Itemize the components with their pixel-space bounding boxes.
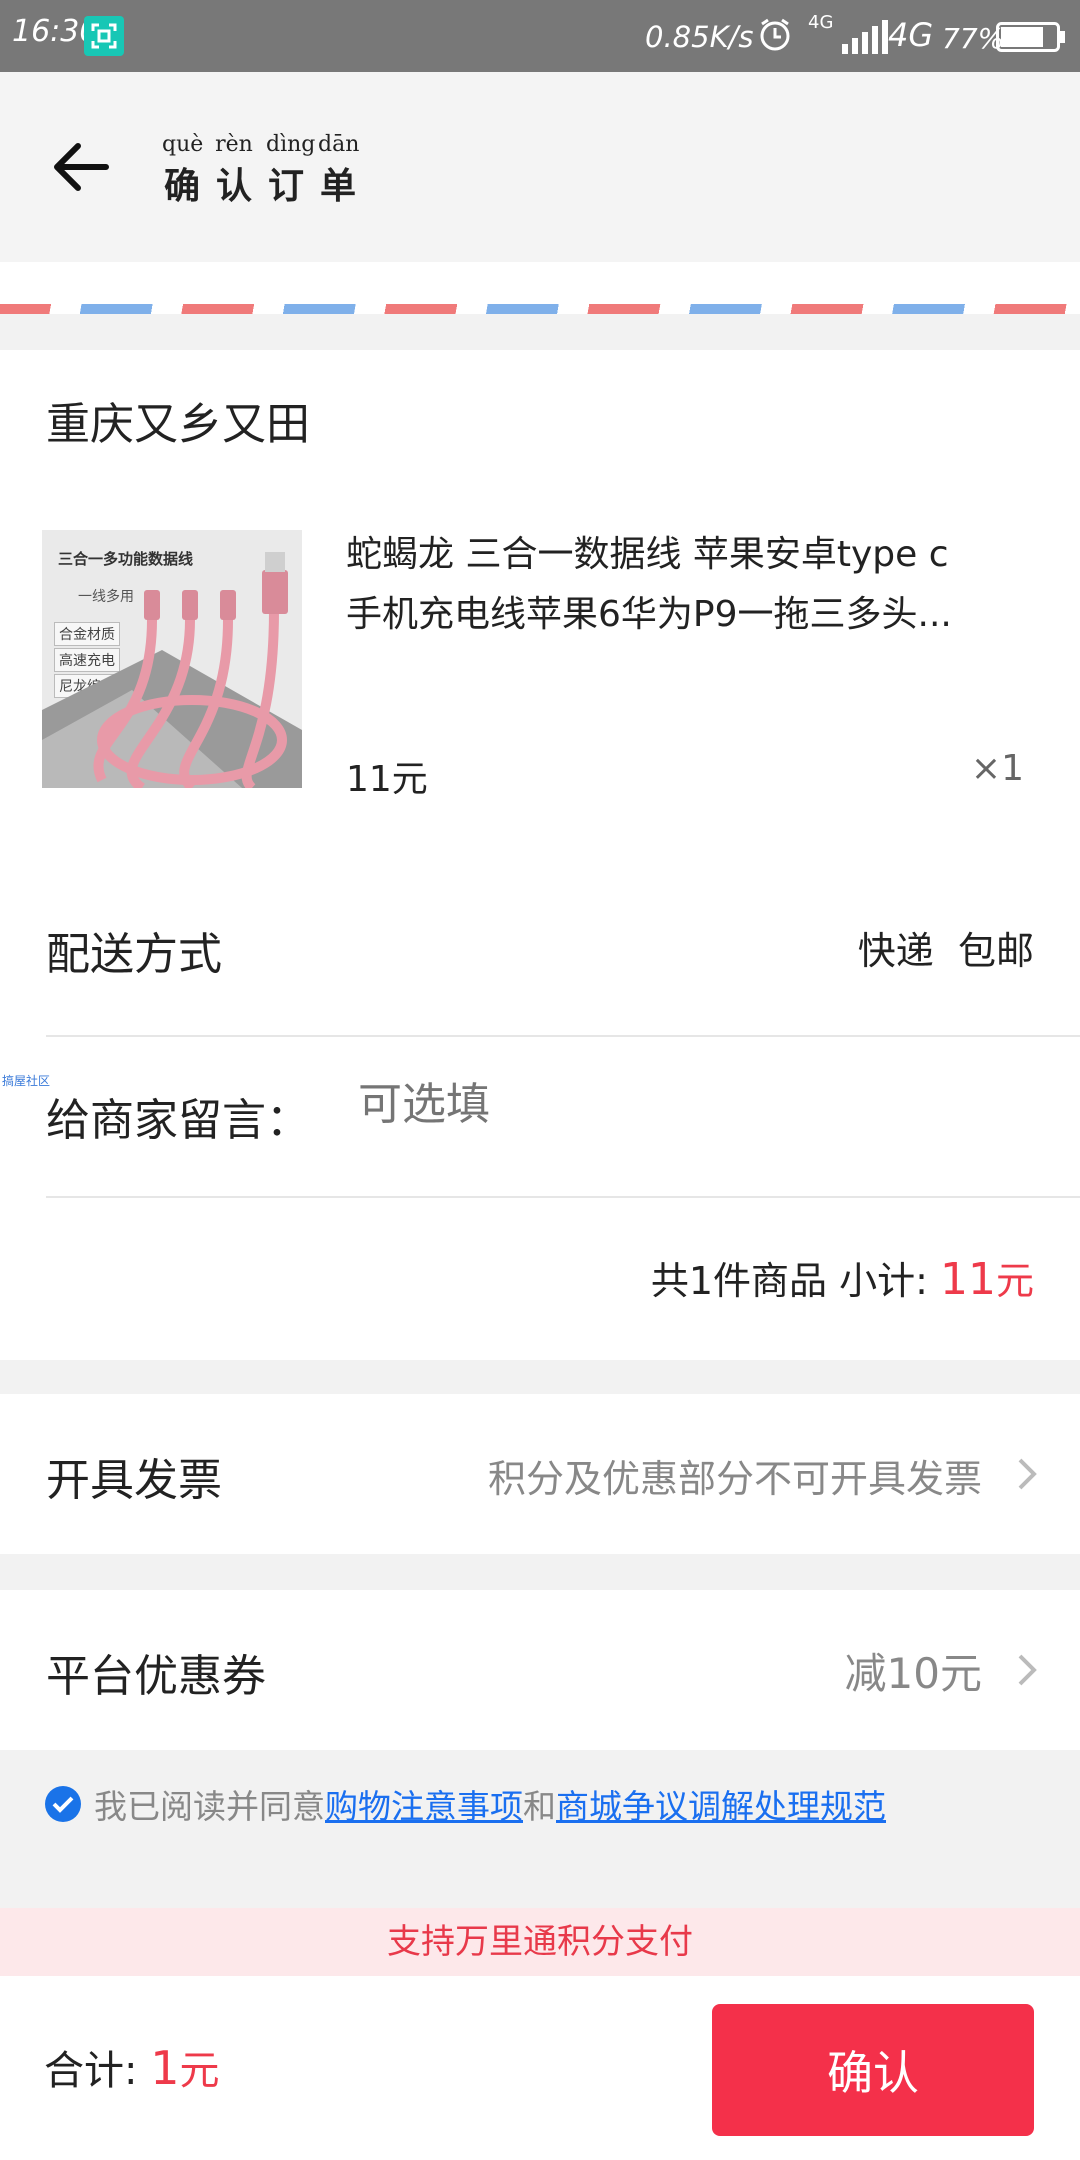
cable-illustration [42,552,302,788]
total-unit: 元 [179,2048,220,2094]
subtotal: 共1件商品 小计: 11元 [651,1250,1034,1305]
battery-icon [996,22,1065,52]
divider [46,1035,1080,1037]
status-bar: 16:30 0.85K/s 4G 4G 77% [0,0,1080,72]
title-characters: 确 认 订 单 [162,157,358,209]
pinyin-1: què [162,132,204,157]
title-char-1: 确 [163,165,200,207]
product-name-line-1: 蛇蝎龙 三合一数据线 苹果安卓type c [346,534,949,575]
coupon-value: 减10元 [844,1649,982,1698]
order-card: 重庆又乡又田 三合一多功能数据线 一线多用 合金材质 高速充电 尼龙编织 蛇蝎龙… [0,350,1080,1360]
invoice-label: 开具发票 [46,1455,222,1506]
screenshot-scan-icon [84,16,124,56]
divider [46,1196,1080,1198]
subtotal-label: 共1件商品 小计: [650,1259,928,1303]
confirm-button[interactable]: 确认 [712,2004,1034,2136]
checkbox-checked-icon[interactable] [44,1785,82,1823]
coupon-label: 平台优惠券 [46,1651,266,1702]
battery-percent: 77% [942,22,1005,55]
pinyin-3: dìng [266,132,316,157]
agreement-prefix: 我已阅读并同意 [94,1787,325,1826]
page-header: què rèn dìng dān 确 认 订 单 [0,72,1080,262]
points-payment-notice: 支持万里通积分支付 [0,1908,1080,1976]
address-stripe-decoration [0,262,1080,314]
arrow-left-icon[interactable] [46,132,116,202]
alarm-icon [760,18,790,51]
title-char-4: 单 [319,165,356,207]
title-char-3: 订 [267,165,304,207]
product-name[interactable]: 蛇蝎龙 三合一数据线 苹果安卓type c 手机充电线苹果6华为P9一拖三多头.… [346,525,1026,645]
invoice-row[interactable]: 开具发票 积分及优惠部分不可开具发票 [0,1394,1080,1554]
shop-name: 重庆又乡又田 [46,399,310,450]
title-char-2: 认 [215,165,252,207]
pinyin-4: dān [318,132,360,157]
delivery-method: 快递 [857,929,934,973]
total: 合计: 1元 [44,2038,219,2096]
airmail-stripe [0,304,1080,314]
delivery-row: 配送方式 快递 包邮 [46,870,1080,1030]
subtotal-unit: 元 [995,1259,1034,1303]
message-input[interactable] [356,1078,1010,1131]
title-pinyin: què rèn dìng dān [162,132,360,157]
message-row: 给商家留言： [46,1040,1080,1200]
dispute-rules-link[interactable]: 商城争议调解处理规范 [556,1780,886,1828]
signal-bars-icon [842,20,888,54]
chevron-right-icon [1018,1458,1037,1490]
chevron-right-icon [1018,1654,1037,1686]
subtotal-amount: 11 [939,1254,996,1305]
network-speed: 0.85K/s [645,20,754,54]
invoice-hint: 积分及优惠部分不可开具发票 [487,1457,982,1501]
pinyin-2: rèn [215,132,253,157]
product-quantity: ×1 [970,748,1024,789]
network-type: 4G [888,16,934,54]
product-name-line-2: 手机充电线苹果6华为P9一拖三多头... [346,594,952,635]
delivery-label: 配送方式 [46,929,222,980]
shopping-notes-link[interactable]: 购物注意事项 [325,1780,523,1828]
agreement-middle: 和 [523,1787,556,1826]
coupon-row[interactable]: 平台优惠券 减10元 [0,1590,1080,1750]
data-network-small: 4G [808,12,834,33]
page-title: què rèn dìng dān 确 认 订 单 [162,132,360,209]
product-price: 11元 [346,759,428,800]
checkout-bar: 合计: 1元 确认 [0,1976,1080,2160]
product-image[interactable]: 三合一多功能数据线 一线多用 合金材质 高速充电 尼龙编织 [42,530,302,788]
message-label: 给商家留言： [46,1095,310,1146]
shipping-fee: 包邮 [957,929,1034,973]
agreement: 我已阅读并同意 购物注意事项 和 商城争议调解处理规范 [44,1780,886,1828]
total-label: 合计: [44,2048,138,2094]
watermark: 搞屋社区 [2,1074,51,1088]
total-amount: 1 [150,2041,180,2095]
delivery-value: 快递 包邮 [858,920,1034,975]
